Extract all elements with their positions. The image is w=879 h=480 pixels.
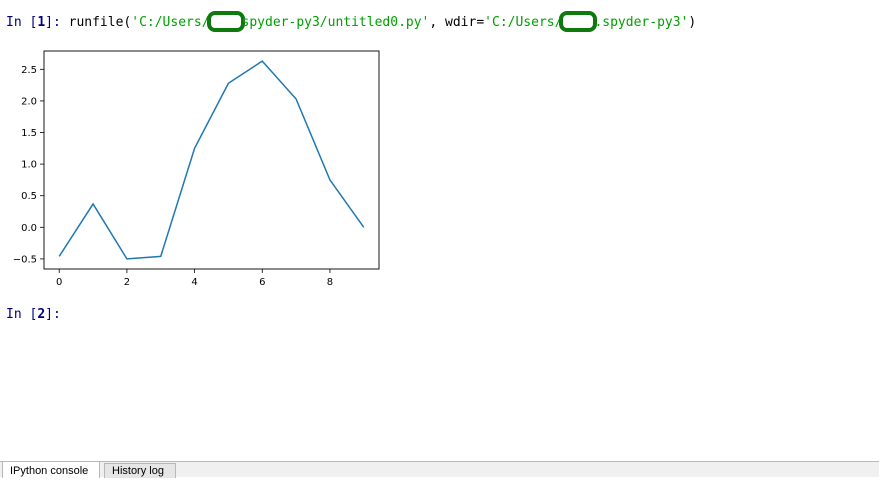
input-line-1[interactable]: In [1]: runfile('C:/Users/spyder-py3/unt… xyxy=(6,11,696,32)
input-prompt-1: In [1]: xyxy=(6,15,69,30)
tab-history-log[interactable]: History log xyxy=(104,463,176,478)
line-plot-figure: −0.5 0.0 0.5 1.0 1.5 2.0 2.5 0 2 4 6 8 xyxy=(0,40,400,290)
y-tick-label: 2.5 xyxy=(21,65,37,76)
wdir-path-string: 'C:/Users/.spyder-py3' xyxy=(484,15,688,30)
runfile-call: runfile( xyxy=(69,15,132,30)
x-tick-label: 6 xyxy=(259,277,265,288)
y-tick-label: −0.5 xyxy=(13,254,37,265)
plot-axes-frame xyxy=(44,51,379,269)
x-tick-label: 2 xyxy=(124,277,130,288)
y-tick-label: 1.0 xyxy=(21,160,37,171)
tab-ipython-console[interactable]: IPython console xyxy=(2,461,100,478)
y-tick-label: 0.0 xyxy=(21,223,37,234)
x-tick-label: 4 xyxy=(191,277,197,288)
y-axis: −0.5 0.0 0.5 1.0 1.5 2.0 2.5 xyxy=(13,65,44,266)
x-tick-label: 0 xyxy=(56,277,62,288)
input-line-2[interactable]: In [2]: xyxy=(6,307,61,323)
input-prompt-2: In [2]: xyxy=(6,307,61,322)
redacted-username-marker xyxy=(207,11,245,32)
ipython-console-output[interactable]: In [1]: runfile('C:/Users/spyder-py3/unt… xyxy=(0,0,879,461)
y-tick-label: 2.0 xyxy=(21,96,37,107)
y-tick-label: 0.5 xyxy=(21,191,37,202)
x-axis: 0 2 4 6 8 xyxy=(56,269,333,288)
y-tick-label: 1.5 xyxy=(21,128,37,139)
x-tick-label: 8 xyxy=(327,277,333,288)
file-path-string: 'C:/Users/spyder-py3/untitled0.py' xyxy=(131,15,429,30)
console-tab-bar: IPython console History log xyxy=(0,461,879,477)
wdir-argument: , wdir= xyxy=(429,15,484,30)
redacted-username-marker xyxy=(559,11,597,32)
closing-paren: ) xyxy=(688,15,696,30)
